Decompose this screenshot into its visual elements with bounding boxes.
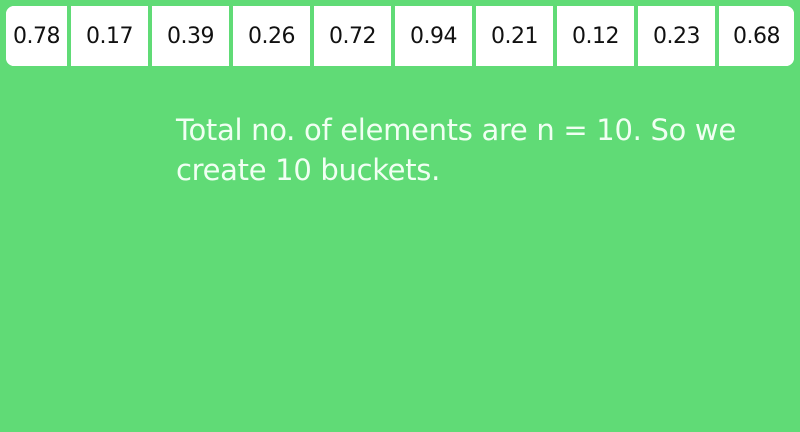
array-cell-value: 0.21 — [491, 23, 538, 49]
array-cell: 0.17 — [71, 6, 152, 66]
array-cell-value: 0.26 — [248, 23, 295, 49]
array-cell: 0.78 — [6, 6, 71, 66]
array-cell: 0.94 — [395, 6, 476, 66]
array-cell-value: 0.94 — [410, 23, 457, 49]
slide-canvas: 0.78 0.17 0.39 0.26 0.72 0.94 0.21 0.12 … — [0, 0, 800, 432]
array-cell-value: 0.72 — [329, 23, 376, 49]
array-cell: 0.68 — [719, 6, 794, 66]
array-cell: 0.39 — [152, 6, 233, 66]
array-row: 0.78 0.17 0.39 0.26 0.72 0.94 0.21 0.12 … — [6, 6, 794, 66]
array-cell-value: 0.12 — [572, 23, 619, 49]
array-cell-value: 0.78 — [13, 23, 60, 49]
array-cell: 0.26 — [233, 6, 314, 66]
array-cell: 0.23 — [638, 6, 719, 66]
input-array: 0.78 0.17 0.39 0.26 0.72 0.94 0.21 0.12 … — [6, 6, 794, 66]
array-cell-value: 0.17 — [86, 23, 133, 49]
array-cell-value: 0.68 — [733, 23, 780, 49]
array-cell: 0.72 — [314, 6, 395, 66]
array-cell-value: 0.23 — [653, 23, 700, 49]
explanation-text: Total no. of elements are n = 10. So we … — [176, 113, 736, 187]
array-cell-value: 0.39 — [167, 23, 214, 49]
array-cell: 0.21 — [476, 6, 557, 66]
array-cell: 0.12 — [557, 6, 638, 66]
